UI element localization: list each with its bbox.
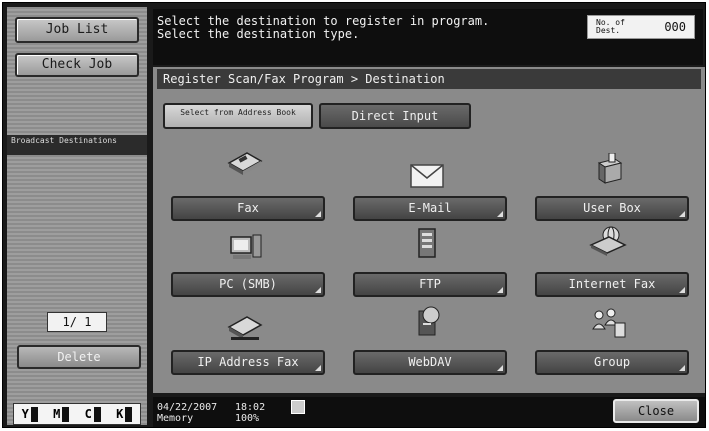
job-list-button[interactable]: Job List [15,17,139,43]
fax-button[interactable]: Fax [171,196,325,221]
webdav-icon [418,306,440,336]
status-bar: 04/22/2007 18:02 Memory 100% Close [153,397,705,427]
status-time: 18:02 [235,402,266,413]
control-panel-screen: Job List Check Job Broadcast Destination… [2,2,706,428]
group-icon [592,308,626,338]
dest-count-value: 000 [664,19,686,34]
webdav-button[interactable]: WebDAV [353,350,507,375]
internet-fax-icon [589,226,627,256]
ftp-server-icon [418,228,436,258]
close-button[interactable]: Close [613,399,699,423]
group-button[interactable]: Group [535,350,689,375]
tab-address-book[interactable]: Select from Address Book [163,103,313,129]
broadcast-destinations-label: Broadcast Destinations [7,135,147,155]
toner-c: C [85,406,101,422]
ftp-button[interactable]: FTP [353,272,507,297]
ip-fax-icon [227,316,263,340]
delete-button[interactable]: Delete [17,345,141,369]
user-box-icon [597,153,623,184]
left-panel: Job List Check Job Broadcast Destination… [7,7,147,425]
network-status-icon [291,400,305,414]
message-area: Select the destination to register in pr… [153,9,703,65]
destination-count: No. of Dest. 000 [587,15,695,39]
toner-y: Y [22,406,38,422]
dest-count-label: No. of Dest. [596,18,625,35]
breadcrumb: Register Scan/Fax Program > Destination [157,69,701,89]
memory-label: Memory [157,413,194,424]
main-panel: Register Scan/Fax Program > Destination … [153,67,705,393]
internet-fax-button[interactable]: Internet Fax [535,272,689,297]
toner-k: K [116,406,133,422]
user-box-button[interactable]: User Box [535,196,689,221]
email-icon [410,164,444,188]
memory-value: 100% [235,413,260,424]
page-indicator: 1/ 1 [47,312,107,332]
pc-icon [230,234,262,259]
toner-indicator: Y M C K [13,403,141,425]
ip-address-fax-button[interactable]: IP Address Fax [171,350,325,375]
tab-direct-input[interactable]: Direct Input [319,103,471,129]
check-job-button[interactable]: Check Job [15,53,139,77]
pc-smb-button[interactable]: PC (SMB) [171,272,325,297]
email-button[interactable]: E-Mail [353,196,507,221]
status-date: 04/22/2007 [157,402,218,413]
toner-m: M [53,406,70,422]
fax-icon [227,152,263,175]
